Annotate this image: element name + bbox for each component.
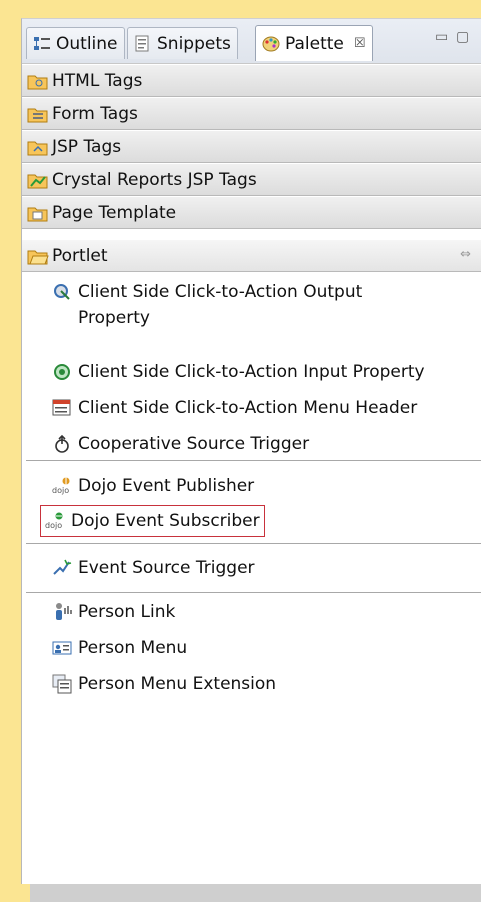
entry-label: Client Side Click-to-Action Input Proper… (78, 362, 425, 382)
entry-click-to-action-input-property[interactable]: Client Side Click-to-Action Input Proper… (52, 359, 425, 385)
entry-person-menu[interactable]: Person Menu (52, 635, 187, 661)
dojo-publisher-icon: dojo (52, 476, 72, 496)
palette-separator (26, 460, 481, 461)
event-source-trigger-icon (52, 558, 72, 578)
drawer-portlet-label: Portlet (52, 245, 108, 266)
person-menu-extension-icon (52, 674, 72, 694)
svg-text:dojo: dojo (45, 521, 62, 530)
entry-label: Event Source Trigger (78, 558, 255, 578)
tab-snippets[interactable]: Snippets (127, 27, 238, 59)
tab-outline-label: Outline (56, 33, 118, 54)
palette-separator (26, 543, 481, 544)
menu-header-icon (52, 398, 72, 418)
jsp-tags-folder-icon (27, 137, 49, 157)
person-menu-icon (52, 638, 72, 658)
person-link-icon (52, 602, 72, 622)
click-to-action-input-icon (52, 362, 72, 382)
entry-label: Dojo Event Publisher (78, 476, 255, 496)
entry-dojo-event-publisher[interactable]: dojo Dojo Event Publisher (52, 473, 254, 499)
drawer-crystal-reports-jsp-tags[interactable]: Crystal Reports JSP Tags (22, 163, 481, 196)
pin-drawer-icon[interactable]: ⇔ (460, 247, 471, 262)
entry-label: Person Menu (78, 638, 188, 658)
entry-label: Person Link (78, 602, 176, 622)
entry-label: Person Menu Extension (78, 674, 277, 694)
entry-person-link[interactable]: Person Link (52, 599, 175, 625)
entry-label: Client Side Click-to-Action Menu Header (78, 398, 418, 418)
drawer-html-tags-label: HTML Tags (52, 70, 143, 91)
crystal-reports-folder-icon (27, 170, 49, 190)
drawer-portlet[interactable]: Portlet ⇔ (22, 239, 481, 272)
snippets-icon (134, 35, 152, 53)
drawer-page-template-label: Page Template (52, 202, 177, 223)
form-tags-folder-icon (27, 104, 49, 124)
tab-palette-label: Palette (285, 33, 344, 54)
entry-label-line2: Property (78, 308, 150, 328)
drawer-crystal-reports-label: Crystal Reports JSP Tags (52, 169, 257, 190)
dojo-subscriber-icon: dojo (45, 511, 65, 531)
click-to-action-output-icon (52, 282, 72, 302)
maximize-icon[interactable]: ▢ (456, 29, 469, 45)
close-icon[interactable]: ☒ (354, 36, 366, 51)
panel-shadow (30, 884, 481, 902)
view-tab-bar: Outline Snippets Palette ☒ ▭ ▢ (22, 19, 481, 64)
entry-label: Dojo Event Subscriber (71, 511, 260, 531)
drawer-page-template[interactable]: Page Template (22, 196, 481, 229)
palette-view: Outline Snippets Palette ☒ ▭ ▢ HTML Tags… (21, 18, 481, 884)
tab-outline[interactable]: Outline (26, 27, 125, 59)
html-tags-folder-icon (27, 71, 49, 91)
entry-dojo-event-subscriber[interactable]: dojo Dojo Event Subscriber (40, 505, 265, 537)
portlet-folder-icon (27, 246, 49, 266)
entry-click-to-action-menu-header[interactable]: Client Side Click-to-Action Menu Header (52, 395, 417, 421)
drawer-jsp-tags[interactable]: JSP Tags (22, 130, 481, 163)
cooperative-trigger-icon (52, 434, 72, 454)
entry-label: Cooperative Source Trigger (78, 434, 310, 454)
entry-cooperative-source-trigger[interactable]: Cooperative Source Trigger (52, 431, 309, 457)
minimize-icon[interactable]: ▭ (435, 29, 448, 45)
drawer-html-tags[interactable]: HTML Tags (22, 64, 481, 97)
drawer-form-tags[interactable]: Form Tags (22, 97, 481, 130)
tab-palette[interactable]: Palette ☒ (255, 25, 373, 61)
entry-click-to-action-output-property[interactable]: Client Side Click-to-Action Output Prope… (52, 279, 362, 331)
palette-icon (262, 35, 280, 53)
tab-snippets-label: Snippets (157, 33, 231, 54)
page-template-folder-icon (27, 203, 49, 223)
palette-separator (26, 592, 481, 593)
drawer-form-tags-label: Form Tags (52, 103, 138, 124)
svg-text:dojo: dojo (52, 486, 69, 495)
entry-event-source-trigger[interactable]: Event Source Trigger (52, 555, 255, 581)
outline-icon (33, 35, 51, 53)
drawer-jsp-tags-label: JSP Tags (52, 136, 122, 157)
entry-label-line1: Client Side Click-to-Action Output (78, 282, 363, 302)
entry-person-menu-extension[interactable]: Person Menu Extension (52, 671, 276, 697)
